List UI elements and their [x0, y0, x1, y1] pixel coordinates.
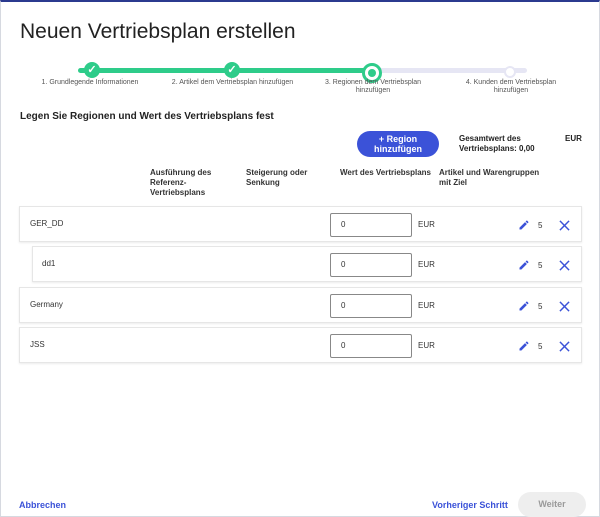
row-currency: EUR [418, 341, 435, 350]
previous-step-button[interactable]: Vorheriger Schritt [432, 500, 508, 510]
pencil-icon[interactable] [518, 340, 530, 352]
close-icon[interactable] [559, 260, 570, 271]
cancel-button[interactable]: Abbrechen [19, 500, 66, 510]
article-count: 5 [538, 261, 543, 270]
region-name: Germany [30, 300, 63, 309]
add-region-button[interactable]: + Region hinzufügen [357, 131, 439, 157]
plan-value-input[interactable]: 0 [330, 213, 412, 237]
pencil-icon[interactable] [518, 300, 530, 312]
step-1-label: 1. Grundlegende Informationen [41, 79, 139, 86]
table-row: JSS 0 EUR 5 [19, 327, 582, 363]
total-currency: EUR [565, 134, 582, 143]
step-4-pending-indicator [504, 66, 516, 78]
article-count: 5 [538, 342, 543, 351]
step-3-label: 3. Regionen dem Vertriebsplan hinzufügen [324, 79, 422, 94]
region-name: JSS [30, 340, 45, 349]
table-row: GER_DD 0 EUR 5 [19, 206, 582, 242]
row-currency: EUR [418, 260, 435, 269]
close-icon[interactable] [559, 301, 570, 312]
region-name: dd1 [42, 259, 56, 268]
pencil-icon[interactable] [518, 259, 530, 271]
section-title: Legen Sie Regionen und Wert des Vertrieb… [20, 111, 274, 122]
pencil-icon[interactable] [518, 219, 530, 231]
article-count: 5 [538, 302, 543, 311]
step-2-check-icon[interactable]: ✓ [224, 62, 240, 78]
step-1-check-icon[interactable]: ✓ [84, 62, 100, 78]
table-row: Germany 0 EUR 5 [19, 287, 582, 323]
article-count: 5 [538, 221, 543, 230]
next-button[interactable]: Weiter [518, 492, 586, 517]
step-4-label: 4. Kunden dem Vertriebsplan hinzufügen [465, 79, 557, 94]
col-header-change: Steigerung oder Senkung [246, 168, 308, 187]
progress-stepper: ✓ ✓ 1. Grundlegende Informationen 2. Art… [0, 58, 600, 98]
col-header-value: Wert des Vertriebsplans [340, 168, 431, 177]
region-name: GER_DD [30, 219, 64, 228]
plan-value-input[interactable]: 0 [330, 334, 412, 358]
row-currency: EUR [418, 220, 435, 229]
total-value-label: Gesamtwert des Vertriebsplans: 0,00 [459, 134, 535, 153]
close-icon[interactable] [559, 220, 570, 231]
plan-value-input[interactable]: 0 [330, 253, 412, 277]
dialog-title: Neuen Vertriebsplan erstellen [20, 20, 296, 43]
table-row: dd1 0 EUR 5 [32, 246, 582, 282]
row-currency: EUR [418, 301, 435, 310]
col-header-articles: Artikel und Warengruppen mit Ziel [439, 168, 540, 187]
col-header-reference: Ausführung des Referenz-Vertriebsplans [150, 168, 212, 197]
step-2-label: 2. Artikel dem Vertriebsplan hinzufügen [171, 79, 294, 86]
plan-value-input[interactable]: 0 [330, 294, 412, 318]
close-icon[interactable] [559, 341, 570, 352]
